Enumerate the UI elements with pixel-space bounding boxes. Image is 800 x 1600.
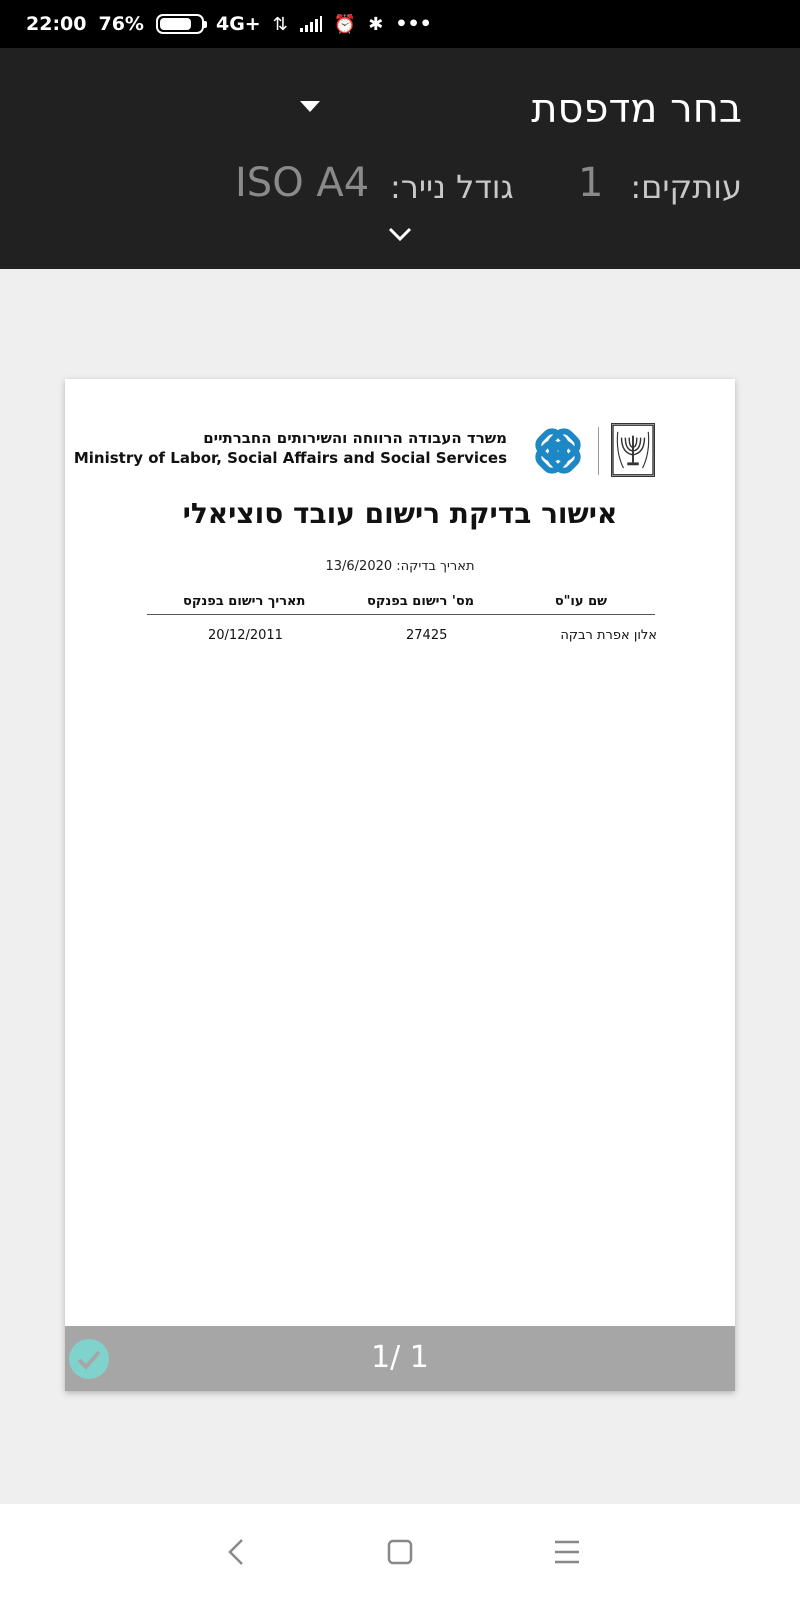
page-counter: 1/ 1 — [371, 1340, 429, 1375]
dropdown-arrow-icon[interactable] — [300, 101, 320, 112]
column-header-name: שם עו"ס — [554, 594, 607, 609]
chevron-down-icon[interactable] — [385, 222, 415, 246]
printer-select-label[interactable]: בחר מדפסת — [531, 86, 742, 132]
copies-value[interactable]: 1 — [578, 160, 603, 206]
logo-divider — [598, 427, 599, 475]
cell-registration-number: 27425 — [406, 628, 448, 643]
check-date: תאריך בדיקה: 13/6/2020 — [325, 559, 475, 574]
alarm-icon: ⏰ — [333, 13, 357, 35]
navigation-bar — [0, 1504, 800, 1600]
cell-registration-date: 20/12/2011 — [208, 628, 283, 643]
network-type: 4G+ — [215, 13, 261, 35]
signal-icon — [299, 16, 322, 32]
home-icon[interactable] — [378, 1530, 422, 1574]
bluetooth-icon: ✱ — [368, 13, 384, 35]
battery-percent: 76% — [98, 13, 144, 35]
page-indicator-bar: 1/ 1 — [65, 1326, 735, 1391]
column-header-registration-date: תאריך רישום בפנקס — [183, 594, 306, 609]
menu-icon[interactable] — [545, 1530, 589, 1574]
column-header-registration-number: מס' רישום בפנקס — [367, 594, 475, 609]
document-title: אישור בדיקת רישום עובד סוציאלי — [182, 497, 618, 530]
status-time: 22:00 — [26, 13, 87, 35]
paper-size-label: גודל נייר: — [390, 168, 514, 206]
more-icon: ••• — [395, 13, 432, 35]
ministry-name-hebrew: משרד העבודה הרווחה והשירותים החברתיים — [203, 429, 507, 447]
copies-label: עותקים: — [630, 168, 742, 206]
print-options-header: בחר מדפסת עותקים: 1 גודל נייר: ISO A4 — [0, 48, 800, 269]
print-preview-page[interactable]: משרד העבודה הרווחה והשירותים החברתיים Mi… — [65, 379, 735, 1391]
ministry-knot-icon — [535, 428, 581, 474]
status-bar: 22:00 76% 4G+ ⇅ ⏰ ✱ ••• — [0, 0, 800, 48]
data-transfer-icon: ⇅ — [272, 13, 288, 35]
paper-size-value[interactable]: ISO A4 — [235, 160, 369, 206]
cell-name: אלון אפרת רבקה — [560, 628, 657, 643]
state-emblem-icon — [611, 423, 655, 477]
ministry-name-english: Ministry of Labor, Social Affairs and So… — [73, 449, 507, 467]
table-header: שם עו"ס מס' רישום בפנקס תאריך רישום בפנק… — [147, 594, 655, 615]
ministry-logo: משרד העבודה הרווחה והשירותים החברתיים Mi… — [74, 423, 655, 483]
back-icon[interactable] — [216, 1530, 260, 1574]
battery-icon — [155, 14, 207, 34]
